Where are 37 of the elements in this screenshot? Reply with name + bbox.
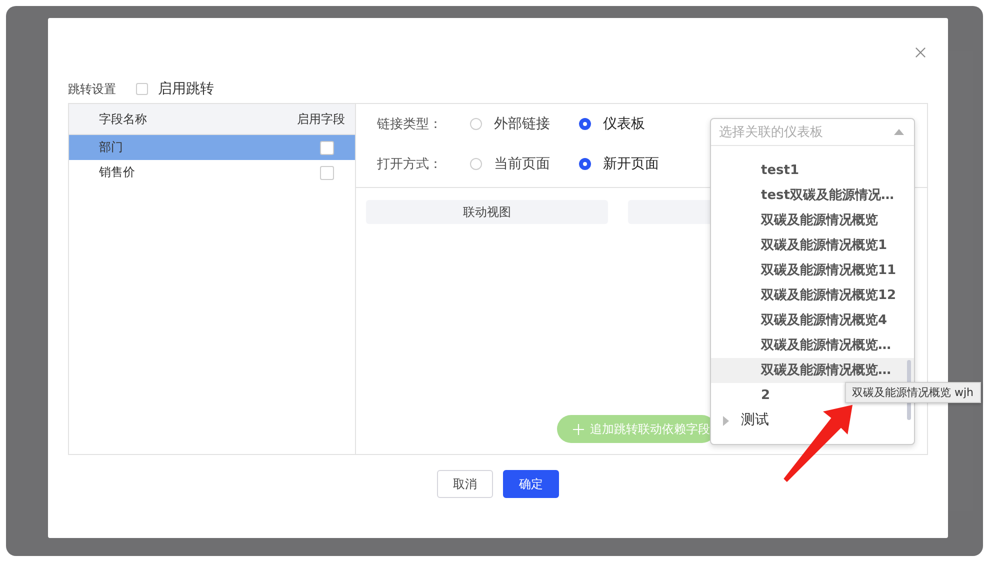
dashboard-option[interactable]: 双碳及能源情况概览… [711, 358, 914, 383]
radio-label[interactable]: 当前页面 [494, 155, 579, 173]
column-header: 字段名称 [99, 110, 147, 128]
field-row[interactable]: 销售价 [69, 160, 355, 185]
radio-label[interactable]: 新开页面 [603, 155, 688, 173]
dashboard-option[interactable]: test双碳及能源情况… [711, 183, 914, 208]
radio-button[interactable] [579, 158, 591, 170]
field-name: 部门 [99, 139, 123, 156]
enable-field-checkbox[interactable] [320, 166, 334, 180]
expand-arrow-icon[interactable] [723, 416, 729, 426]
view-tab[interactable]: 联动视图 [366, 200, 608, 224]
folder-option[interactable]: 测试 [741, 408, 769, 433]
option-label: 链接类型： [377, 116, 443, 133]
dashboard-option[interactable]: 双碳及能源情况概览4 [711, 308, 914, 333]
dashboard-option[interactable]: 双碳及能源情况概览1 [711, 233, 914, 258]
dashboard-option[interactable]: 双碳及能源情况概览11 [711, 258, 914, 283]
caret-icon [894, 129, 904, 135]
close-icon[interactable] [915, 47, 926, 58]
dashboard-option[interactable]: 双碳及能源情况概览 [711, 208, 914, 233]
column-header: 启用字段 [297, 110, 345, 128]
field-name: 销售价 [99, 164, 135, 181]
dashboard-option[interactable]: 双碳及能源情况概览12 [711, 283, 914, 308]
enable-jump-checkbox[interactable] [136, 83, 148, 95]
enable-jump-label: 启用跳转 [158, 80, 214, 98]
cancel-button[interactable]: 取消 [437, 470, 493, 498]
radio-label[interactable]: 仪表板 [603, 115, 688, 133]
dashboard-option[interactable]: 双碳及能源情况概览… [711, 333, 914, 358]
confirm-button[interactable]: 确定 [503, 470, 559, 498]
radio-button[interactable] [579, 118, 591, 130]
field-row[interactable]: 部门 [69, 135, 355, 160]
tooltip: 双碳及能源情况概览 wjh [845, 382, 981, 403]
plus-icon [573, 424, 584, 434]
radio-label[interactable]: 外部链接 [494, 115, 579, 133]
dashboard-option[interactable]: test1 [711, 158, 914, 183]
option-label: 打开方式： [377, 156, 443, 173]
jump-settings-label: 跳转设置 [68, 80, 116, 98]
enable-field-checkbox[interactable] [320, 140, 334, 154]
